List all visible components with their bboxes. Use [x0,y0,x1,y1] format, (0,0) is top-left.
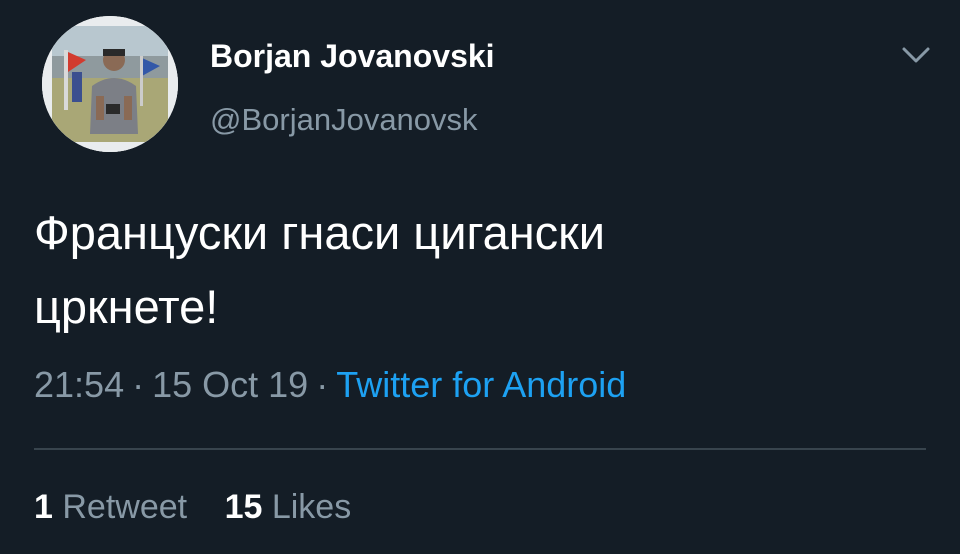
meta-separator: · [132,364,145,405]
divider [34,448,926,450]
retweets-count: 1 [34,488,53,526]
user-handle[interactable]: @BorjanJovanovsk [210,102,478,138]
display-name[interactable]: Borjan Jovanovski [210,38,495,75]
likes-count: 15 [224,488,263,526]
chevron-down-icon [902,47,930,63]
tweet-meta: 21:54 · 15 Oct 19 · Twitter for Android [34,364,626,406]
avatar[interactable] [42,16,178,152]
tweet-date[interactable]: 15 Oct 19 [152,364,308,405]
likes-stat[interactable]: 15 Likes [225,488,352,526]
retweets-label: Retweet [62,488,188,526]
meta-separator: · [316,364,329,405]
tweet-stats: 1 Retweet 15 Likes [34,488,379,527]
likes-label: Likes [271,488,352,526]
tweet-time[interactable]: 21:54 [34,364,124,405]
tweet-source-link[interactable]: Twitter for Android [336,364,626,405]
profile-photo-icon [42,16,178,152]
tweet-text: Француски гнаси цигански цркнете! [34,206,605,333]
tweet-card: Borjan Jovanovski @BorjanJovanovsk Франц… [0,0,960,554]
more-options-button[interactable] [896,40,936,70]
retweets-stat[interactable]: 1 Retweet [34,488,187,526]
